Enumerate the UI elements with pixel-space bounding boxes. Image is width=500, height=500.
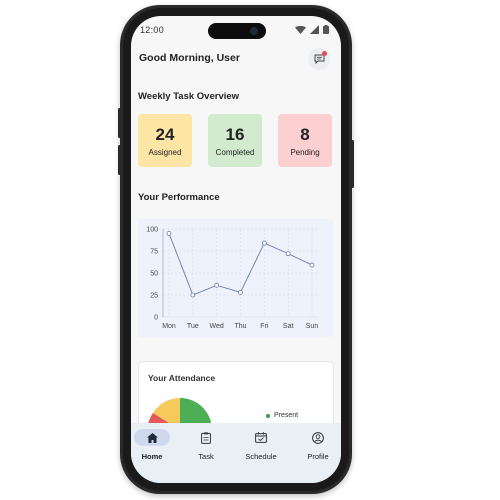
nav-task-label: Task (198, 452, 214, 461)
signal-icon (310, 25, 319, 34)
side-button-right (351, 140, 354, 188)
legend-dot-present (266, 413, 270, 418)
profile-icon (312, 431, 324, 444)
assigned-label: Assigned (148, 147, 182, 157)
data-point-6 (309, 262, 315, 268)
notification-dot (322, 51, 327, 56)
pending-label: Pending (290, 147, 320, 157)
nav-task[interactable]: Task (180, 429, 232, 469)
y-tick-label-1: 25 (150, 293, 158, 300)
performance-chart: 0 25 50 75 100 Mon Tue Wed Thu Fri Sat Sun (138, 219, 333, 337)
status-bar: 12:00 (131, 16, 341, 44)
greeting-title: Good Morning, User (139, 52, 240, 64)
bottom-nav: Home Task Schedule Profile (131, 423, 341, 483)
calendar-icon (255, 432, 267, 443)
messages-button[interactable] (308, 48, 330, 70)
nav-profile[interactable]: Profile (292, 429, 341, 469)
nav-task-pill (188, 429, 224, 446)
clipboard-icon (201, 431, 211, 444)
status-icons (295, 25, 329, 34)
nav-home-label: Home (141, 452, 163, 461)
nav-schedule-label: Schedule (245, 452, 277, 461)
wifi-icon (295, 25, 306, 34)
x-tick-label-4: Fri (260, 323, 269, 330)
x-tick-label-5: Sat (283, 323, 294, 330)
nav-profile-pill (300, 429, 336, 446)
x-tick-label-0: Mon (162, 323, 176, 330)
y-tick-label-4: 100 (146, 227, 158, 234)
battery-icon (323, 25, 329, 34)
y-tick-label-2: 50 (150, 271, 158, 278)
data-point-2 (214, 282, 220, 288)
nav-schedule[interactable]: Schedule (235, 429, 287, 469)
side-button-left (118, 108, 121, 138)
data-point-5 (285, 251, 291, 257)
x-tick-label-3: Thu (234, 323, 246, 330)
data-point-1 (190, 292, 196, 298)
performance-chart-svg: 0 25 50 75 100 Mon Tue Wed Thu Fri Sat Sun (146, 227, 319, 331)
completed-count: 16 (225, 124, 245, 144)
app-screen: 12:00 Good Morning, User Weekly Task Ove… (131, 16, 341, 483)
nav-schedule-pill (243, 429, 279, 446)
completed-card[interactable]: 16 Completed (208, 114, 262, 167)
data-point-3 (238, 289, 243, 295)
dynamic-island (208, 23, 266, 39)
nav-profile-label: Profile (307, 452, 329, 461)
legend-label-present: Present (274, 412, 299, 419)
data-point-0 (166, 230, 172, 236)
x-tick-label-1: Tue (187, 323, 199, 330)
nav-home-pill (134, 429, 170, 446)
pending-count: 8 (300, 124, 310, 144)
attendance-legend-present: Present (266, 412, 298, 419)
camera (250, 27, 258, 35)
performance-title: Your Performance (138, 192, 220, 203)
x-tick-label-6: Sun (306, 323, 319, 330)
assigned-card[interactable]: 24 Assigned (138, 114, 192, 167)
completed-label: Completed (215, 147, 255, 157)
home-icon (146, 432, 158, 443)
y-tick-label-3: 75 (150, 249, 158, 256)
weekly-overview-title: Weekly Task Overview (138, 91, 240, 102)
y-tick-label-0: 0 (154, 315, 158, 322)
x-tick-label-2: Wed (210, 323, 224, 330)
nav-home[interactable]: Home (131, 429, 178, 469)
assigned-count: 24 (155, 124, 175, 144)
pending-card[interactable]: 8 Pending (278, 114, 332, 167)
data-point-4 (261, 240, 267, 246)
status-time: 12:00 (140, 25, 165, 35)
side-button-left-2 (118, 145, 121, 175)
